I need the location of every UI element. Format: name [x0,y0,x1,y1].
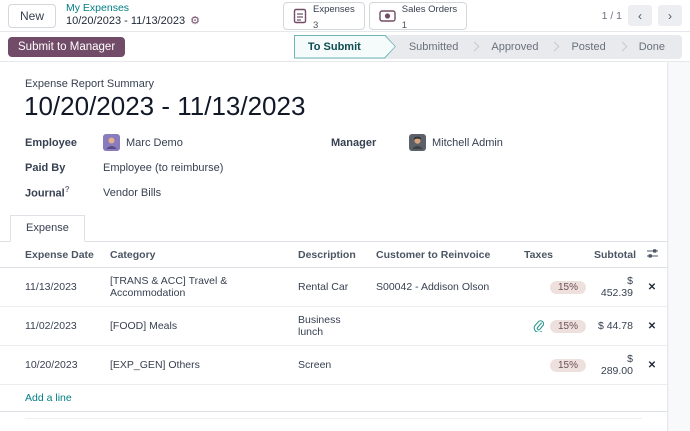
cell-category[interactable]: [TRANS & ACC] Travel & Accommodation [106,268,294,307]
delete-row-icon[interactable]: ✕ [648,282,656,293]
paid-by-field[interactable]: Employee (to reimburse) [103,162,223,174]
attachment-icon[interactable] [533,320,544,332]
stat-label: Sales Orders [402,4,457,15]
form-sheet: Expense Report Summary 10/20/2023 - 11/1… [0,62,668,431]
expense-lines-table: Expense Date Category Description Custom… [0,242,667,412]
cell-category[interactable]: [EXP_GEN] Others [106,346,294,385]
new-button[interactable]: New [8,4,56,28]
sales-orders-stat-button[interactable]: Sales Orders 1 [369,2,467,30]
manager-field[interactable]: Mitchell Admin [409,134,503,151]
cell-description[interactable]: Rental Car [294,268,372,307]
add-a-line-link[interactable]: Add a line [25,392,72,404]
page-title: 10/20/2023 - 11/13/2023 [24,91,667,122]
field-group: Employee Marc Demo Paid By Employee (to … [25,130,637,205]
col-category[interactable]: Category [106,242,294,268]
cell-customer[interactable] [372,346,520,385]
manager-label: Manager [331,137,409,149]
pager: 1 / 1 ‹ › [602,5,682,26]
optional-columns-icon[interactable] [637,242,667,268]
col-description[interactable]: Description [294,242,372,268]
employee-field[interactable]: Marc Demo [103,134,183,151]
stat-value: 3 [313,20,318,31]
notebook-tabs: Expense [0,215,667,242]
employee-label: Employee [25,137,103,149]
money-icon [379,9,396,23]
col-subtotal[interactable]: Subtotal [590,242,637,268]
expenses-stat-button[interactable]: Expenses 3 [283,2,365,30]
gear-icon[interactable]: ⚙ [190,15,200,29]
col-taxes[interactable]: Taxes [520,242,590,268]
cell-subtotal: $ 289.00 [590,346,637,385]
stat-value: 1 [402,20,407,31]
tax-badge[interactable]: 15% [550,320,586,333]
cell-subtotal: $ 452.39 [590,268,637,307]
cell-date[interactable]: 11/02/2023 [0,307,106,346]
record-title: 10/20/2023 - 11/13/2023 [66,15,185,29]
breadcrumb-record: 10/20/2023 - 11/13/2023 ⚙ [66,15,200,29]
cell-date[interactable]: 11/13/2023 [0,268,106,307]
cell-date[interactable]: 10/20/2023 [0,346,106,385]
statusbar: To Submit Submitted Approved Posted Done [294,35,682,59]
table-row[interactable]: 11/13/2023 [TRANS & ACC] Travel & Accomm… [0,268,667,307]
stat-label: Expenses [313,4,355,15]
col-customer[interactable]: Customer to Reinvoice [372,242,520,268]
journal-label: Journal? [25,185,103,200]
status-step-submitted[interactable]: Submitted [396,41,472,53]
cell-description[interactable]: Business lunch [294,307,372,346]
breadcrumb-my-expenses[interactable]: My Expenses [66,2,200,15]
breadcrumb: My Expenses 10/20/2023 - 11/13/2023 ⚙ [66,2,200,29]
delete-row-icon[interactable]: ✕ [648,321,656,332]
table-header-row: Expense Date Category Description Custom… [0,242,667,268]
cell-description[interactable]: Screen [294,346,372,385]
delete-row-icon[interactable]: ✕ [648,360,656,371]
pager-previous-button[interactable]: ‹ [628,5,652,26]
totals-block: Untaxed Amount: $ 683.62 Taxes: $ 102.55… [427,427,657,431]
status-step-posted[interactable]: Posted [558,41,618,53]
cell-subtotal: $ 44.78 [590,307,637,346]
table-row[interactable]: 10/20/2023 [EXP_GEN] Others Screen 15% $… [0,346,667,385]
status-step-approved[interactable]: Approved [478,41,551,53]
content-area: Expense Report Summary 10/20/2023 - 11/1… [0,62,690,431]
table-row[interactable]: 11/02/2023 [FOOD] Meals Business lunch 1… [0,307,667,346]
pager-next-button[interactable]: › [658,5,682,26]
employee-value: Marc Demo [126,137,183,149]
employee-avatar [103,134,120,151]
stat-button-group: Expenses 3 Sales Orders 1 [283,2,467,30]
journal-hint: ? [65,185,70,194]
tab-expense[interactable]: Expense [10,215,85,242]
submit-to-manager-button[interactable]: Submit to Manager [8,37,125,57]
document-icon [293,8,307,24]
divider [25,418,642,419]
col-expense-date[interactable]: Expense Date [0,242,106,268]
expense-app: New My Expenses 10/20/2023 - 11/13/2023 … [0,0,690,431]
status-step-done[interactable]: Done [626,41,678,53]
status-step-to-submit[interactable]: To Submit [294,35,396,59]
tax-badge[interactable]: 15% [550,281,586,294]
control-bar: Submit to Manager To Submit Submitted Ap… [0,32,690,62]
cell-category[interactable]: [FOOD] Meals [106,307,294,346]
pager-counter: 1 / 1 [602,10,622,22]
tax-badge[interactable]: 15% [550,359,586,372]
manager-value: Mitchell Admin [432,137,503,149]
manager-avatar [409,134,426,151]
cell-customer[interactable]: S00042 - Addison Olson [372,268,520,307]
paid-by-label: Paid By [25,162,103,174]
cell-customer[interactable] [372,307,520,346]
summary-label: Expense Report Summary [25,78,667,90]
journal-field[interactable]: Vendor Bills [103,187,161,199]
header-bar: New My Expenses 10/20/2023 - 11/13/2023 … [0,0,690,32]
